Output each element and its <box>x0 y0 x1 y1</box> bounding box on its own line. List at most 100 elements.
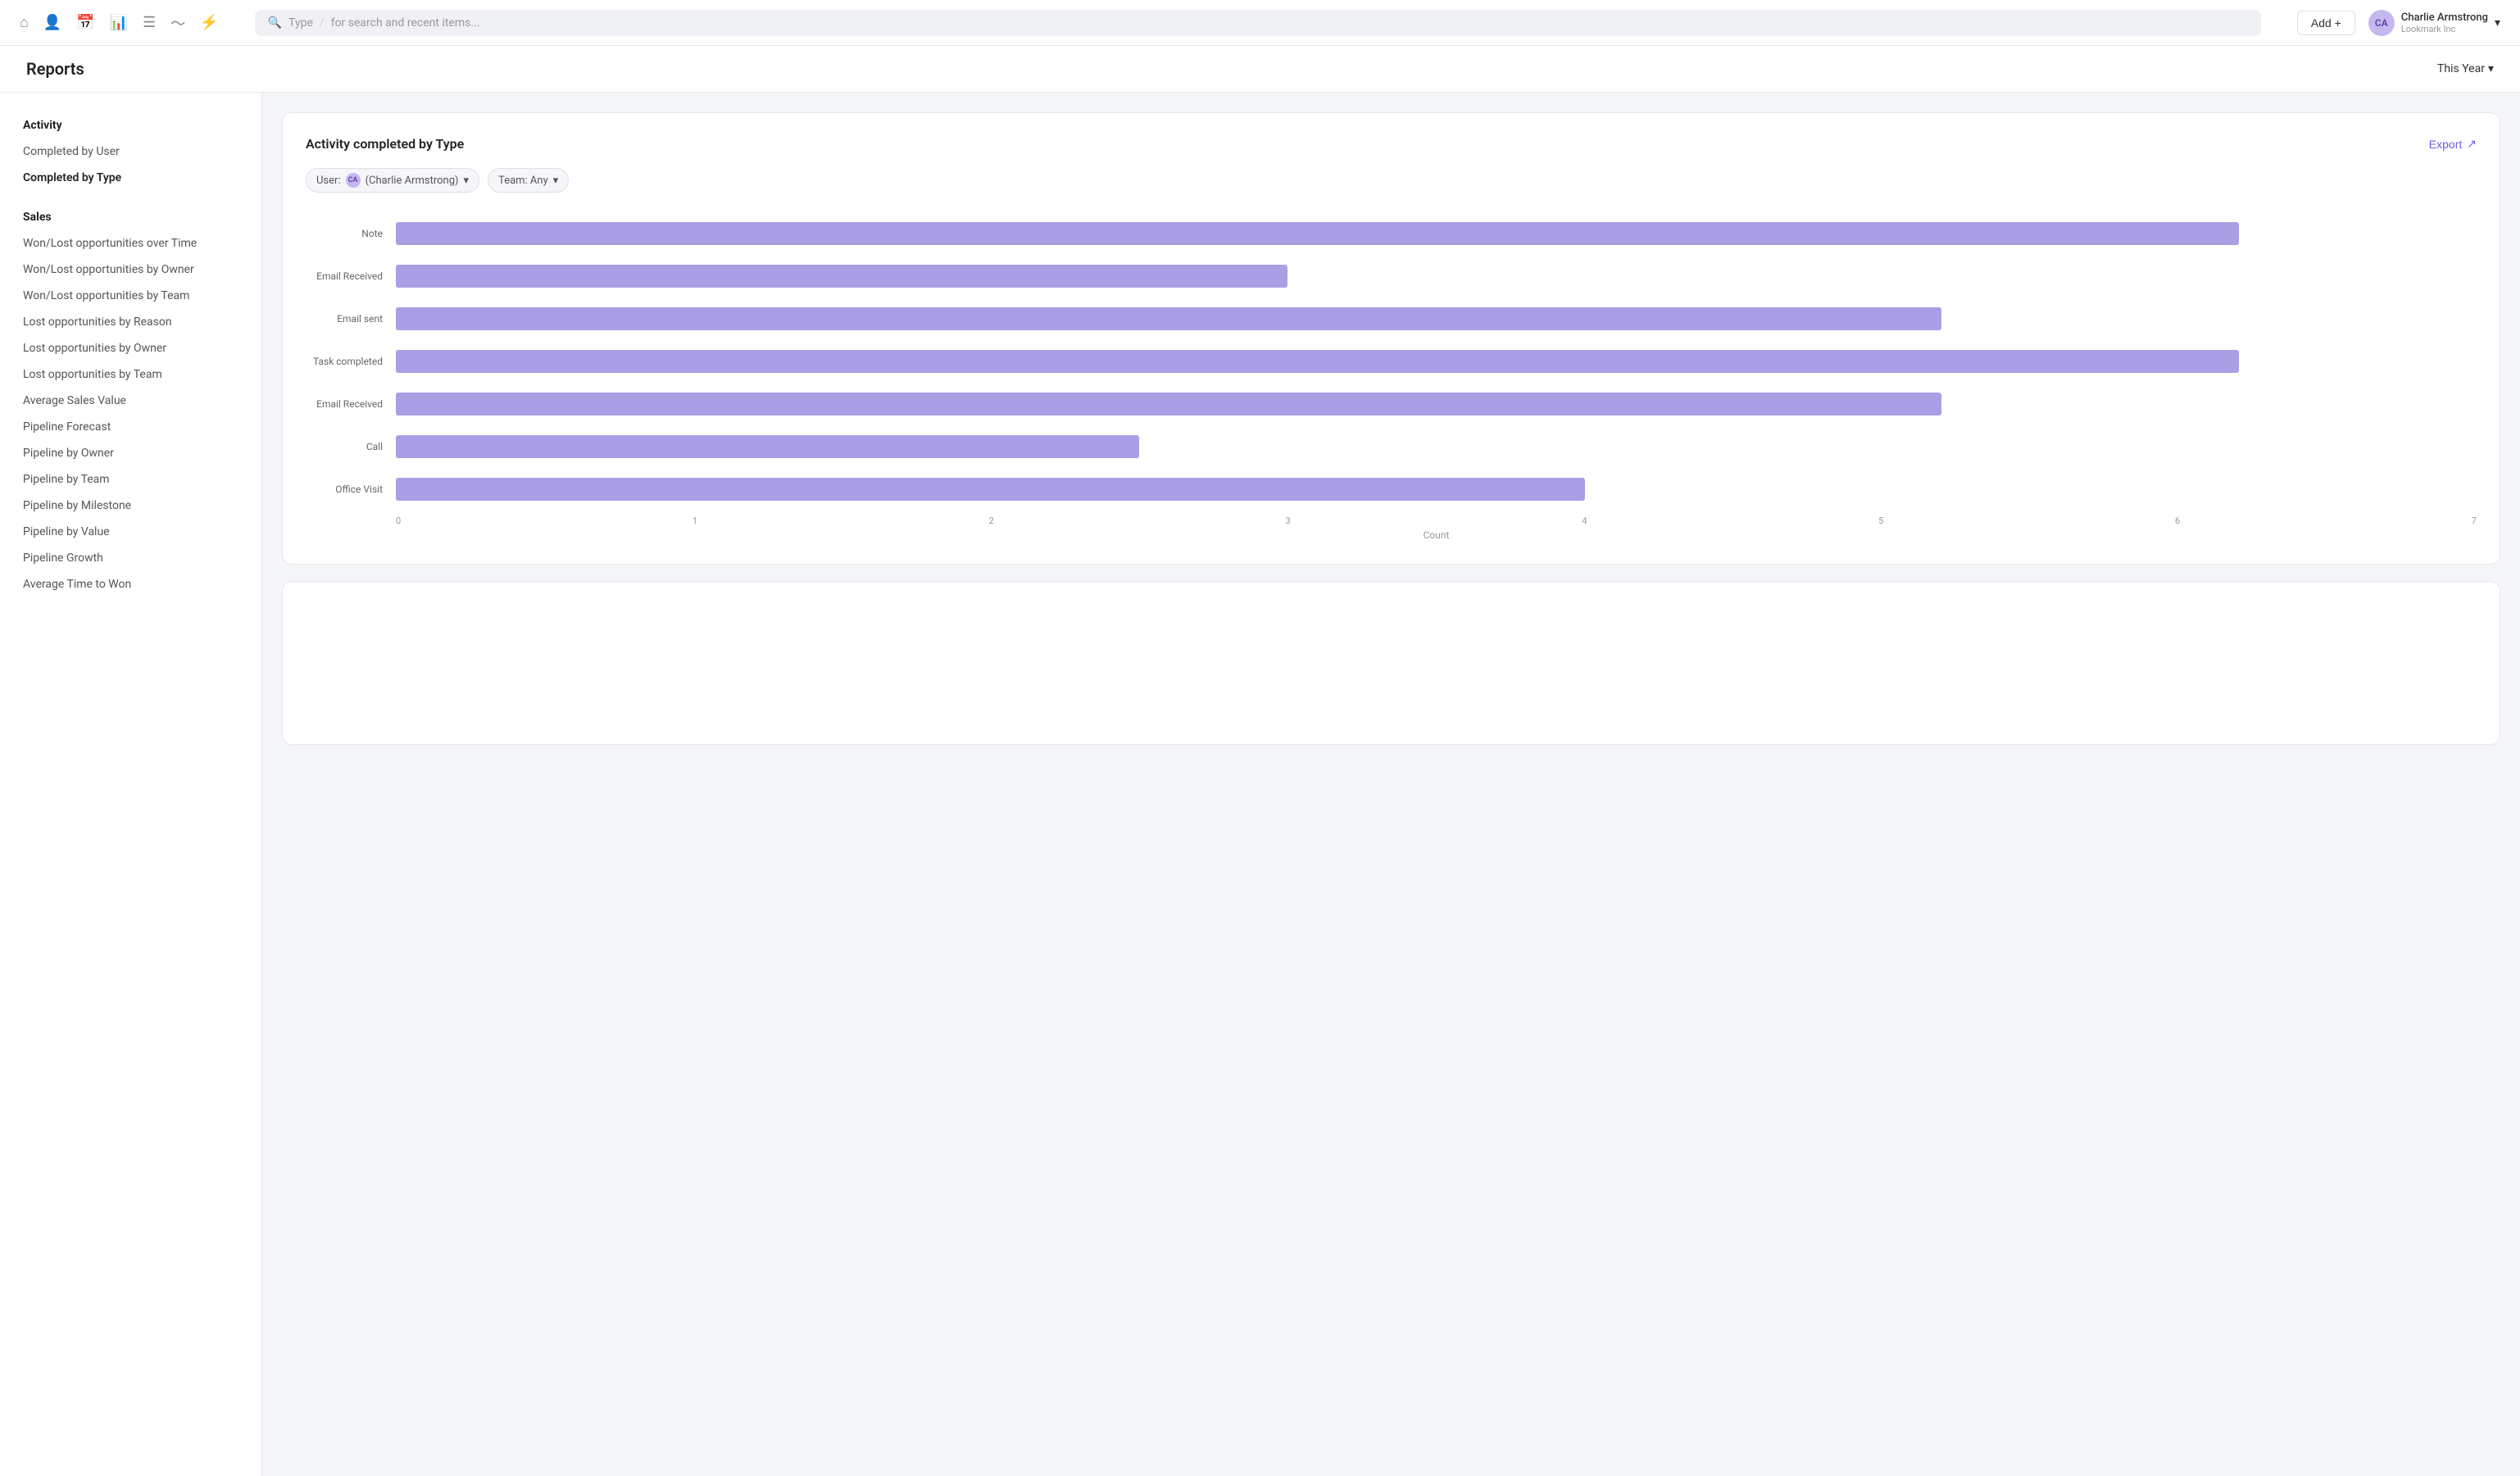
chart-row: Call <box>306 425 2477 468</box>
bar-label: Email Received <box>306 398 396 410</box>
bar-fill <box>396 265 1287 288</box>
period-label: This Year <box>2437 62 2485 75</box>
period-selector[interactable]: This Year ▾ <box>2437 62 2494 75</box>
sidebar-item-avg-sales-value[interactable]: Average Sales Value <box>0 388 261 414</box>
trend-icon[interactable]: 〜 <box>170 12 185 34</box>
nav-icons: ⌂ 👤 📅 📊 ☰ 〜 ⚡ <box>20 12 219 34</box>
x-tick-label: 0 <box>396 515 401 526</box>
chart-row: Note <box>306 212 2477 255</box>
bar-fill <box>396 350 2239 373</box>
sidebar-item-won-lost-by-owner[interactable]: Won/Lost opportunities by Owner <box>0 257 261 283</box>
activity-chart-card: Activity completed by Type Export ↗ User… <box>282 112 2500 565</box>
bar-chart-wrapper: Note Email Received Email sent Task complet… <box>306 212 2477 541</box>
sidebar-item-won-lost-over-time[interactable]: Won/Lost opportunities over Time <box>0 230 261 257</box>
chart-row: Office Visit <box>306 468 2477 511</box>
x-tick-label: 4 <box>1582 515 1587 526</box>
user-info: Charlie Armstrong Lookmark Inc <box>2401 11 2488 34</box>
user-filter-chevron: ▾ <box>464 175 470 187</box>
search-type-label: Type <box>288 16 313 30</box>
main-layout: Activity Completed by User Completed by … <box>0 93 2520 1476</box>
export-button[interactable]: Export ↗ <box>2429 137 2477 151</box>
user-section: CA Charlie Armstrong Lookmark Inc ▾ <box>2368 10 2500 36</box>
x-tick-label: 5 <box>1878 515 1883 526</box>
user-filter-label: User: <box>316 175 341 187</box>
page-title: Reports <box>26 59 84 79</box>
x-tick-label: 2 <box>989 515 994 526</box>
bar-label: Email Received <box>306 270 396 282</box>
chart-header: Activity completed by Type Export ↗ <box>306 136 2477 152</box>
sidebar-item-lost-by-reason[interactable]: Lost opportunities by Reason <box>0 309 261 335</box>
list-icon[interactable]: ☰ <box>143 14 156 31</box>
team-filter-label: Team: Any <box>498 175 548 187</box>
search-divider: / <box>320 16 325 30</box>
chart-grid: Note Email Received Email sent Task complet… <box>306 212 2477 511</box>
sidebar-item-completed-by-type[interactable]: Completed by Type <box>0 165 261 191</box>
bar-track <box>396 255 2477 297</box>
bar-fill <box>396 222 2239 245</box>
bar-label: Email sent <box>306 313 396 325</box>
user-company: Lookmark Inc <box>2401 24 2488 34</box>
second-chart-card <box>282 581 2500 745</box>
bar-track <box>396 383 2477 425</box>
user-filter-chip[interactable]: User: CA (Charlie Armstrong) ▾ <box>306 168 479 193</box>
lightning-icon[interactable]: ⚡ <box>200 14 218 31</box>
sidebar-item-completed-by-user[interactable]: Completed by User <box>0 139 261 165</box>
period-dropdown-icon: ▾ <box>2488 62 2494 75</box>
content-area: Activity completed by Type Export ↗ User… <box>262 93 2520 1476</box>
bar-fill <box>396 307 1941 330</box>
chart-row: Email Received <box>306 383 2477 425</box>
chart-filters: User: CA (Charlie Armstrong) ▾ Team: Any… <box>306 168 2477 193</box>
bar-track <box>396 468 2477 511</box>
calendar-icon[interactable]: 📅 <box>76 14 94 31</box>
x-axis-title: Count <box>396 529 2477 541</box>
bar-label: Note <box>306 228 396 239</box>
bar-label: Office Visit <box>306 484 396 495</box>
home-icon[interactable]: ⌂ <box>20 14 29 31</box>
x-tick-label: 1 <box>692 515 697 526</box>
sidebar-item-avg-time-to-won[interactable]: Average Time to Won <box>0 571 261 597</box>
sidebar: Activity Completed by User Completed by … <box>0 93 262 1476</box>
sidebar-item-pipeline-by-team[interactable]: Pipeline by Team <box>0 466 261 493</box>
bar-label: Call <box>306 441 396 452</box>
team-filter-chip[interactable]: Team: Any ▾ <box>488 168 569 193</box>
sidebar-item-pipeline-by-milestone[interactable]: Pipeline by Milestone <box>0 493 261 519</box>
activity-section-title: Activity <box>0 119 261 132</box>
x-tick-label: 3 <box>1285 515 1290 526</box>
user-dropdown-icon[interactable]: ▾ <box>2495 16 2500 30</box>
export-label: Export <box>2429 138 2462 151</box>
x-axis: 0 1 2 3 4 5 6 7 <box>396 511 2477 526</box>
sales-section-title: Sales <box>0 211 261 224</box>
bar-label: Task completed <box>306 356 396 367</box>
sidebar-item-pipeline-growth[interactable]: Pipeline Growth <box>0 545 261 571</box>
bar-track <box>396 212 2477 255</box>
bar-track <box>396 340 2477 383</box>
add-button[interactable]: Add + <box>2297 11 2355 35</box>
sidebar-item-pipeline-by-owner[interactable]: Pipeline by Owner <box>0 440 261 466</box>
search-bar[interactable]: 🔍 Type / for search and recent items... <box>255 10 2261 36</box>
bar-track <box>396 425 2477 468</box>
avatar: CA <box>2368 10 2395 36</box>
user-name: Charlie Armstrong <box>2401 11 2488 24</box>
chart-row: Email sent <box>306 297 2477 340</box>
bar-track <box>396 297 2477 340</box>
chart-row: Task completed <box>306 340 2477 383</box>
x-tick-label: 7 <box>2472 515 2477 526</box>
x-tick-label: 6 <box>2175 515 2180 526</box>
person-icon[interactable]: 👤 <box>43 14 61 31</box>
bar-fill <box>396 478 1585 501</box>
chart-title: Activity completed by Type <box>306 136 464 152</box>
chart-icon[interactable]: 📊 <box>110 14 128 31</box>
sidebar-item-pipeline-by-value[interactable]: Pipeline by Value <box>0 519 261 545</box>
export-icon: ↗ <box>2467 137 2477 151</box>
nav-right: Add + CA Charlie Armstrong Lookmark Inc … <box>2297 10 2500 36</box>
sidebar-item-won-lost-by-team[interactable]: Won/Lost opportunities by Team <box>0 283 261 309</box>
search-placeholder: for search and recent items... <box>331 16 480 30</box>
filter-user-avatar: CA <box>346 173 361 188</box>
sidebar-item-pipeline-forecast[interactable]: Pipeline Forecast <box>0 414 261 440</box>
team-filter-chevron: ▾ <box>553 175 559 187</box>
sidebar-item-lost-by-owner[interactable]: Lost opportunities by Owner <box>0 335 261 361</box>
sidebar-item-lost-by-team[interactable]: Lost opportunities by Team <box>0 361 261 388</box>
chart-row: Email Received <box>306 255 2477 297</box>
bar-fill <box>396 393 1941 416</box>
top-nav: ⌂ 👤 📅 📊 ☰ 〜 ⚡ 🔍 Type / for search and re… <box>0 0 2520 46</box>
